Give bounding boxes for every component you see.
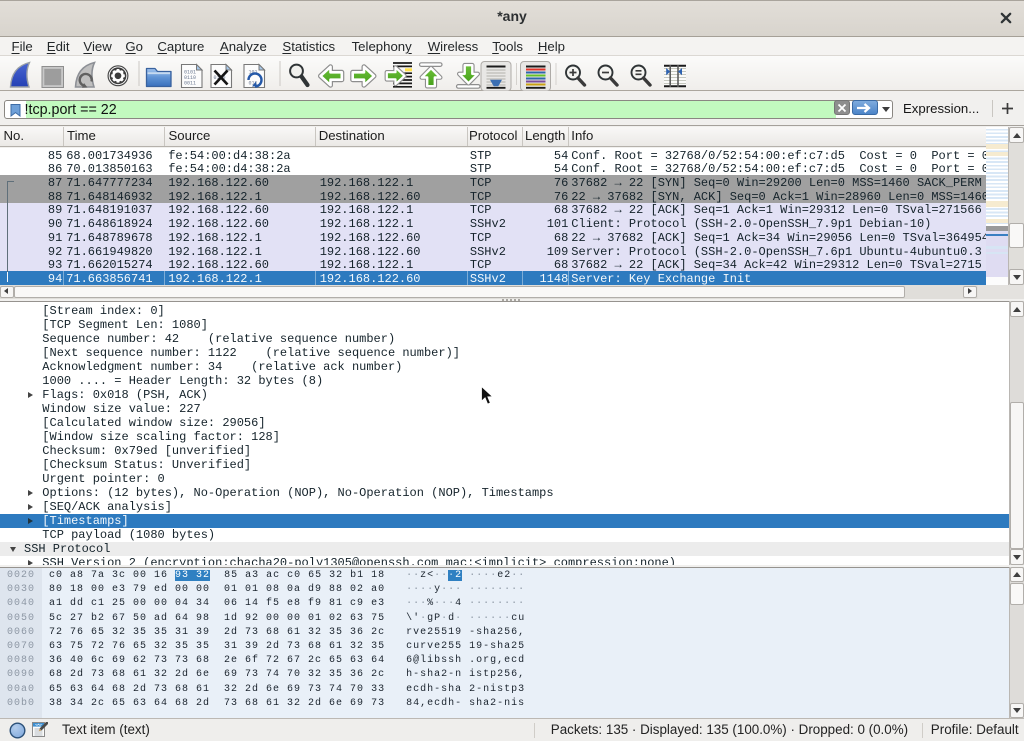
- svg-text:0011: 0011: [184, 81, 196, 87]
